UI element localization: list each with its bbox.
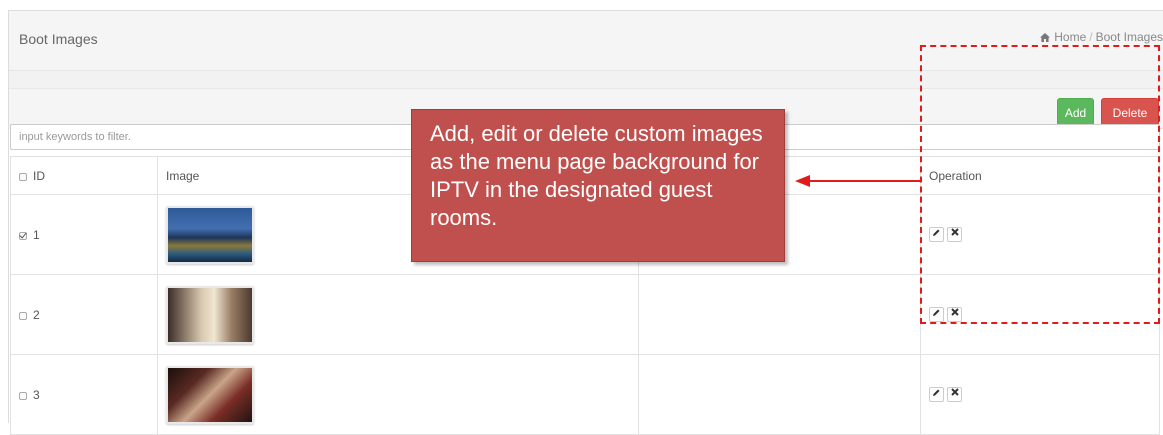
edit-button[interactable] [929, 387, 944, 403]
breadcrumb-home-link[interactable]: Home [1054, 30, 1086, 44]
annotation-callout: Add, edit or delete custom images as the… [411, 109, 785, 262]
boot-image-thumbnail[interactable] [166, 285, 254, 344]
page-title: Boot Images [19, 31, 98, 47]
row-id-cell: 2 [10, 274, 158, 355]
select-all-checkbox[interactable] [19, 172, 27, 181]
row-id-cell: 1 [10, 194, 158, 275]
close-icon [950, 388, 959, 396]
column-header-id-label: ID [33, 168, 45, 183]
row-checkbox[interactable] [19, 391, 27, 400]
column-header-id[interactable]: ID [10, 156, 158, 195]
row-blank-cell [638, 274, 921, 355]
delete-row-button[interactable] [947, 387, 962, 403]
boot-image-thumbnail[interactable] [166, 365, 254, 424]
breadcrumb-current: Boot Images [1095, 30, 1163, 44]
breadcrumb-separator: / [1089, 30, 1093, 44]
row-id: 2 [33, 307, 40, 322]
row-id: 1 [33, 227, 40, 242]
row-id: 3 [33, 387, 40, 402]
boot-image-thumbnail[interactable] [166, 205, 254, 264]
edit-icon [933, 389, 940, 397]
row-checkbox[interactable] [19, 311, 27, 320]
row-image-cell [157, 274, 639, 355]
row-checkbox[interactable] [19, 231, 27, 240]
home-icon [1040, 33, 1051, 42]
breadcrumb: Home / Boot Images [1040, 30, 1163, 44]
highlight-box [920, 45, 1160, 324]
